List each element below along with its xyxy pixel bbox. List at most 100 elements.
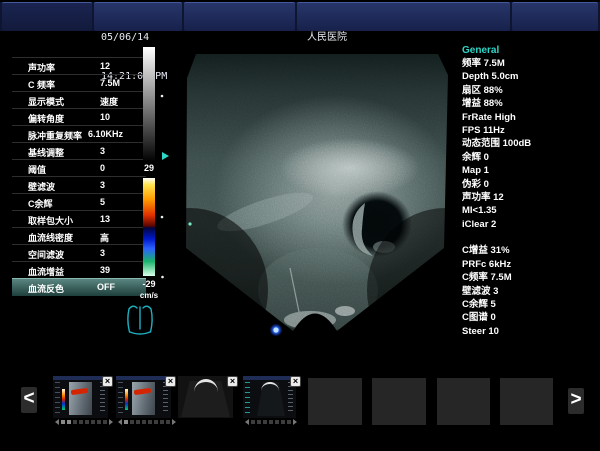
param-row[interactable]: C 频率 7.5M [12,74,146,91]
thumbnail-slot-empty[interactable] [372,378,426,425]
param-line: PRFc 6kHz [462,258,598,271]
color-scale-min: -29 [137,279,161,289]
chevron-right-icon: > [570,389,581,410]
param-row[interactable]: 血流增益 39 [12,261,146,278]
param-value: 10 [100,112,110,122]
param-row[interactable]: 显示模式 速度 [12,91,146,108]
thumbnail-2[interactable]: × [116,376,171,418]
gray-scale-max: 29 [137,163,161,173]
topbar-box-logo [2,2,92,31]
param-row[interactable]: 脉冲重复频率 6.10KHz [12,125,146,142]
param-row[interactable]: C余辉 5 [12,193,146,210]
thumbnail-slot-empty[interactable] [437,378,490,425]
param-label: C 频率 [28,78,55,91]
param-line: FPS 11Hz [462,124,598,137]
param-value: 5 [100,197,105,207]
focus-marker-icon [162,152,169,160]
param-value: 6.10KHz [88,129,123,139]
param-line: Map 1 [462,164,598,177]
roi-marker-dot [188,222,191,225]
cine-prev-icon[interactable] [245,419,249,425]
param-row[interactable]: 偏转角度 10 [12,108,146,125]
thumb-colorbar [125,389,128,410]
thumbnail-slot-empty[interactable] [500,378,553,425]
scroll-right-button[interactable]: > [568,388,584,414]
close-icon[interactable]: × [165,376,176,387]
scroll-left-button[interactable]: < [21,387,37,413]
param-label: 显示模式 [28,95,64,108]
thumb-image [69,382,92,415]
thumbnail-slot-empty[interactable] [308,378,362,425]
param-label: 血流线密度 [28,231,73,244]
param-line: C增益 31% [462,244,598,257]
param-line: 壁滤波 3 [462,285,598,298]
cine-next-icon[interactable] [172,419,176,425]
topbar-box-hospital: 人民医院 L14-5/38 [297,2,510,31]
param-label: 基线调整 [28,146,64,159]
param-value: 7.5M [100,78,120,88]
param-line: 声功率 12 [462,191,598,204]
depth-marker-dot [161,216,164,219]
param-value: 12 [100,61,110,71]
cursor-marker-icon [273,327,278,332]
param-row[interactable]: 声功率 12 [12,57,146,74]
param-value: 39 [100,265,110,275]
param-line: 伪彩 0 [462,178,598,191]
thumb-left-text [245,382,250,414]
topbar-box-datetime: 05/06/14 14:21:00 PM [94,2,182,31]
param-label: 空间滤波 [28,248,64,261]
close-icon[interactable]: × [227,376,238,387]
thumb-titlebar [116,376,171,380]
thumb-titlebar [53,376,108,380]
param-row[interactable]: 血流线密度高 [12,227,146,244]
chevron-left-icon: < [23,388,34,409]
param-row[interactable]: 基线调整 3 [12,142,146,159]
thumb-colorbar [62,389,65,410]
param-line: 频率 7.5M [462,57,598,70]
param-label: 壁滤波 [28,180,55,193]
param-line: FrRate High [462,111,598,124]
param-value: 13 [100,214,110,224]
param-value: 3 [100,146,105,156]
velocity-unit: cm/s [135,291,163,300]
probe-arc [194,379,218,392]
param-label: 脉冲重复频率 [28,129,82,142]
param-value: 速度 [100,95,118,108]
cine-prev-icon[interactable] [55,419,59,425]
doppler-streak [71,388,89,395]
param-label: 声功率 [28,61,55,74]
cine-next-icon[interactable] [293,419,297,425]
param-value: 3 [100,180,105,190]
param-line: C余辉 5 [462,298,598,311]
param-row[interactable]: 阈值 0 [12,159,146,176]
param-row[interactable]: 取样包大小 13 [12,210,146,227]
param-label: C余辉 [28,197,53,210]
close-icon[interactable]: × [290,376,301,387]
thumbnail-3[interactable]: × [178,376,233,418]
thumb-left-text [55,382,60,414]
param-row[interactable]: 壁滤波 3 [12,176,146,193]
doppler-streak [134,388,152,395]
cine-indicator [245,419,297,425]
color-param-panel: 声功率 12 C 频率 7.5M 显示模式 速度 偏转角度 10 脉冲重复频率 6.10K… [12,57,146,296]
cine-next-icon[interactable] [109,419,113,425]
param-label: 偏转角度 [28,112,64,125]
thumbnail-4[interactable]: × [243,376,296,418]
param-line: Depth 5.0cm [462,70,598,83]
param-row[interactable]: 空间滤波3 [12,244,146,261]
param-label: 阈值 [28,163,46,176]
close-icon[interactable]: × [102,376,113,387]
body-mark-icon [124,302,156,336]
param-label: 取样包大小 [28,214,73,227]
param-label: 血流增益 [28,265,64,278]
param-line: iClear 2 [462,218,598,231]
param-line: 动态范围 100dB [462,137,598,150]
param-value: 0 [100,163,105,173]
image-params-panel: General 频率 7.5M Depth 5.0cm 扇区 88% 增益 88… [462,44,598,338]
thumbnail-1[interactable]: × [53,376,108,418]
thumb-titlebar [243,376,296,380]
cine-prev-icon[interactable] [118,419,122,425]
color-doppler-bar [143,178,155,276]
param-value: OFF [97,282,115,292]
param-row-selected-flow-invert[interactable]: 血流反色OFF [12,278,146,296]
